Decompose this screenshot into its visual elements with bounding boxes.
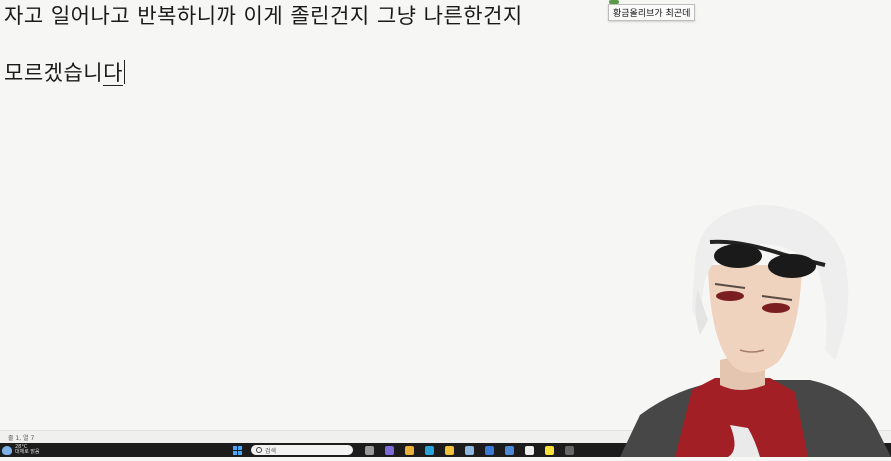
capcut-icon[interactable] <box>525 446 534 455</box>
copilot-icon[interactable] <box>385 446 394 455</box>
file-explorer-icon[interactable] <box>445 446 454 455</box>
face <box>708 265 802 373</box>
weather-widget[interactable]: 28°C 대체로 맑음 <box>2 445 40 455</box>
text-line-2: 모르겠습니다 <box>4 57 125 87</box>
avatar-illustration <box>620 205 891 457</box>
chat-tooltip: 황금올리브가 최곤데 <box>608 4 696 21</box>
task-view-icon[interactable] <box>365 446 374 455</box>
vtuber-avatar <box>580 200 891 457</box>
edge-icon[interactable] <box>425 446 434 455</box>
weather-desc: 대체로 맑음 <box>15 449 40 455</box>
obs-icon[interactable] <box>565 446 574 455</box>
left-lens <box>714 244 762 268</box>
ime-composing-char: 다 <box>103 61 123 86</box>
start-button[interactable] <box>233 446 242 455</box>
search-placeholder: 검색 <box>265 447 277 455</box>
store-icon[interactable] <box>505 446 514 455</box>
kakaotalk-icon[interactable] <box>545 446 554 455</box>
search-icon <box>256 447 262 453</box>
left-eye <box>716 291 744 301</box>
text-caret <box>123 60 125 84</box>
notepad-icon[interactable] <box>465 446 474 455</box>
text-line-2-main: 모르겠습니 <box>4 61 104 85</box>
right-lens <box>768 254 816 278</box>
taskbar-search[interactable]: 검색 <box>251 445 353 455</box>
cloud-sun-icon <box>2 445 12 455</box>
text-line-1: 자고 일어나고 반복하니까 이게 졸린건지 그냥 나른한건지 <box>4 4 523 28</box>
chrome-icon[interactable] <box>405 446 414 455</box>
windows-logo-icon <box>233 446 237 450</box>
mail-icon[interactable] <box>485 446 494 455</box>
cursor-position: 줄 1, 열 7 <box>8 435 35 442</box>
right-eye <box>762 303 790 313</box>
